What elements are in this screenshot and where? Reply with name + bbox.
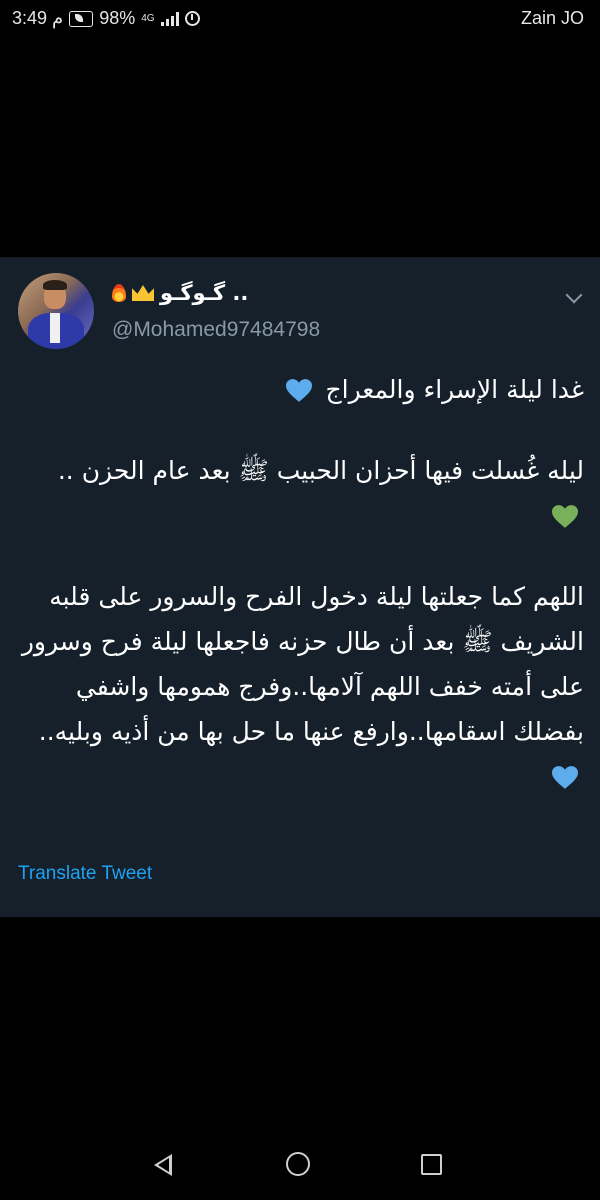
tweet-paragraph: اللهم كما جعلتها ليلة دخول الفرح والسرور… bbox=[16, 574, 584, 799]
tweet-paragraph: ليله غُسلت فيها أحزان الحبيب ﷺ بعد عام ا… bbox=[16, 448, 584, 538]
battery-saver-icon bbox=[69, 10, 94, 27]
status-bar: 3:49 م 98% 4G Zain JO bbox=[0, 0, 600, 40]
display-name: گـوگـو .. bbox=[160, 281, 249, 305]
carrier-name: Zain JO bbox=[520, 8, 584, 28]
avatar[interactable] bbox=[18, 273, 94, 349]
home-icon[interactable] bbox=[286, 1152, 310, 1176]
back-icon[interactable] bbox=[154, 1154, 172, 1176]
signal-icon bbox=[160, 11, 179, 26]
author-name-row[interactable]: گـوگـو .. bbox=[112, 281, 248, 305]
tweet-paragraph-text: غدا ليلة الإسراء والمعراج bbox=[325, 375, 585, 404]
green-heart-icon bbox=[552, 505, 578, 528]
tweet-paragraph: غدا ليلة الإسراء والمعراج bbox=[16, 367, 584, 412]
alarm-icon bbox=[184, 11, 200, 26]
tweet-card[interactable]: گـوگـو .. @Mohamed97484798 غدا ليلة الإس… bbox=[0, 257, 600, 917]
fire-icon bbox=[112, 284, 126, 302]
network-type: 4G bbox=[141, 13, 155, 24]
crown-icon bbox=[132, 285, 154, 301]
tweet-paragraph-text: اللهم كما جعلتها ليلة دخول الفرح والسرور… bbox=[21, 582, 584, 746]
author-handle[interactable]: @Mohamed97484798 bbox=[112, 318, 320, 342]
translate-tweet-link[interactable]: Translate Tweet bbox=[18, 863, 152, 885]
recent-apps-icon[interactable] bbox=[421, 1154, 442, 1175]
status-left-group: 3:49 م 98% 4G bbox=[12, 8, 200, 29]
blue-heart-icon bbox=[285, 379, 312, 402]
tweet-text: غدا ليلة الإسراء والمعراج ليله غُسلت فيه… bbox=[16, 367, 584, 799]
navigation-bar bbox=[0, 1130, 600, 1200]
blue-heart-icon bbox=[552, 766, 578, 789]
chevron-down-icon[interactable] bbox=[565, 286, 583, 304]
battery-percent: 98% bbox=[99, 8, 136, 28]
tweet-paragraph-text: ليله غُسلت فيها أحزان الحبيب ﷺ بعد عام ا… bbox=[57, 456, 584, 485]
status-time: 3:49 م bbox=[12, 8, 64, 28]
